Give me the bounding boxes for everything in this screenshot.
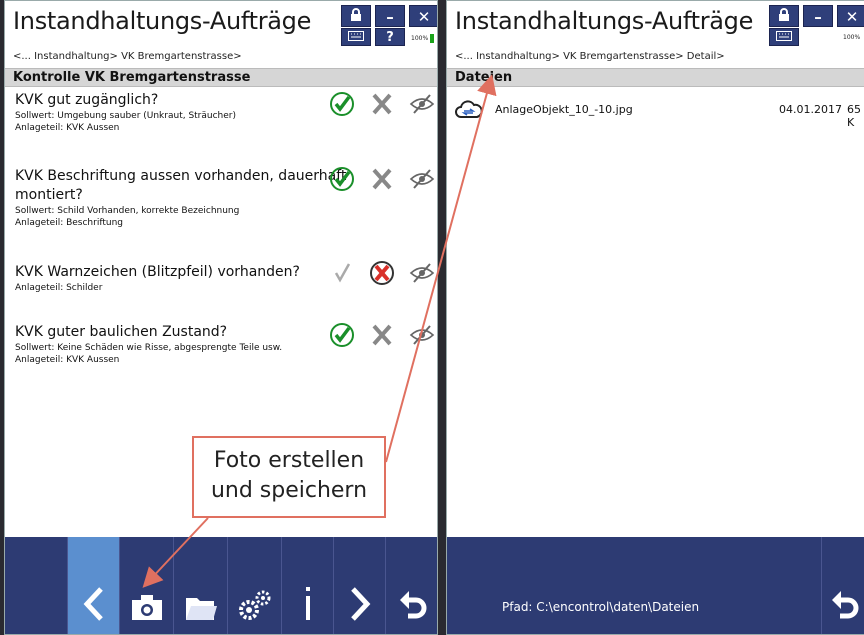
title-bar: Instandhaltungs-Aufträge – ✕ 100% — [447, 1, 864, 46]
hide-icon[interactable] — [409, 322, 435, 348]
battery-indicator: 100% — [411, 34, 435, 43]
lock-button[interactable] — [769, 5, 799, 27]
hide-icon[interactable] — [409, 91, 435, 117]
folder-button[interactable] — [173, 537, 227, 634]
file-path: Pfad: C:\encontrol\daten\Dateien — [502, 600, 700, 614]
item-question: KVK Warnzeichen (Blitzpfeil) vorhanden? — [15, 264, 300, 280]
forward-icon — [350, 587, 370, 621]
callout-line-2: und speichern — [210, 478, 368, 503]
item-sollwert: Sollwert: Keine Schäden wie Risse, abges… — [15, 343, 283, 353]
checklist-item[interactable]: KVK Beschriftung aussen vorhanden, dauer… — [15, 167, 346, 229]
item-question: KVK guter baulichen Zustand? — [15, 324, 228, 340]
section-header: Kontrolle VK Bremgartenstrasse — [5, 68, 437, 87]
battery-indicator: 100% — [843, 34, 861, 41]
help-button[interactable]: ? — [375, 28, 405, 46]
check-ok-icon[interactable] — [329, 322, 355, 348]
item-anlageteil: Anlageteil: KVK Aussen — [15, 123, 120, 133]
file-name: AnlageObjekt_10_-10.jpg — [495, 103, 633, 116]
section-header: Dateien — [447, 68, 864, 87]
lock-button[interactable] — [341, 5, 371, 27]
item-anlageteil: Anlageteil: Schilder — [15, 283, 103, 293]
keyboard-button[interactable] — [769, 28, 799, 46]
close-button[interactable]: ✕ — [409, 5, 437, 27]
lock-icon — [779, 8, 789, 21]
gears-icon — [238, 590, 270, 620]
bottom-toolbar: Pfad: C:\encontrol\daten\Dateien — [447, 537, 864, 634]
left-window: Instandhaltungs-Aufträge – ✕ ? 100% <...… — [4, 0, 438, 635]
checklist-item[interactable]: KVK gut zugänglich? Sollwert: Umgebung s… — [15, 91, 236, 134]
item-sollwert: Sollwert: Umgebung sauber (Unkraut, Strä… — [15, 111, 237, 121]
breadcrumb[interactable]: <... Instandhaltung> VK Bremgartenstrass… — [13, 51, 242, 62]
info-icon — [305, 587, 310, 620]
undo-button[interactable] — [385, 537, 437, 634]
callout-line-1: Foto erstellen — [213, 448, 365, 473]
undo-icon — [399, 591, 426, 619]
reject-icon[interactable] — [369, 166, 395, 192]
reject-selected-icon[interactable] — [369, 260, 395, 286]
hide-icon[interactable] — [409, 166, 435, 192]
undo-icon — [831, 591, 858, 619]
reject-icon[interactable] — [369, 322, 395, 348]
folder-icon — [185, 598, 217, 620]
hide-icon[interactable] — [409, 260, 435, 286]
minimize-button[interactable]: – — [375, 5, 405, 27]
checklist-item[interactable]: KVK guter baulichen Zustand? Sollwert: K… — [15, 323, 282, 366]
undo-button[interactable] — [821, 537, 864, 634]
lock-icon — [351, 8, 361, 21]
file-date: 04.01.2017 — [779, 103, 842, 116]
app-title: Instandhaltungs-Aufträge — [13, 7, 312, 35]
cloud-sync-icon — [455, 100, 483, 118]
check-ok-icon[interactable] — [329, 166, 355, 192]
back-icon — [83, 587, 103, 621]
back-button[interactable] — [67, 537, 119, 634]
keyboard-icon — [776, 31, 792, 41]
item-anlageteil: Anlageteil: KVK Aussen — [15, 355, 120, 365]
forward-button[interactable] — [333, 537, 385, 634]
item-question: KVK gut zugänglich? — [15, 92, 159, 108]
item-anlageteil: Anlageteil: Beschriftung — [15, 218, 123, 228]
annotation-callout: Foto erstellen und speichern — [192, 436, 386, 518]
minimize-button[interactable]: – — [803, 5, 833, 27]
keyboard-icon — [348, 31, 364, 41]
item-question: KVK Beschriftung aussen vorhanden, dauer… — [15, 168, 347, 184]
info-button[interactable] — [281, 537, 333, 634]
checklist-item[interactable]: KVK Warnzeichen (Blitzpfeil) vorhanden? … — [15, 263, 300, 294]
item-question-cont: montiert? — [15, 187, 83, 203]
file-size: 65 K — [847, 103, 861, 129]
bottom-toolbar — [5, 537, 437, 634]
file-row[interactable]: AnlageObjekt_10_-10.jpg 04.01.2017 65 K — [455, 99, 864, 129]
check-icon[interactable] — [329, 260, 355, 286]
title-bar: Instandhaltungs-Aufträge – ✕ ? 100% — [5, 1, 437, 46]
app-title: Instandhaltungs-Aufträge — [455, 7, 754, 35]
right-window: Instandhaltungs-Aufträge – ✕ 100% <... I… — [446, 0, 864, 635]
keyboard-button[interactable] — [341, 28, 371, 46]
close-button[interactable]: ✕ — [837, 5, 864, 27]
reject-icon[interactable] — [369, 91, 395, 117]
camera-button[interactable] — [119, 537, 173, 634]
settings-button[interactable] — [227, 537, 281, 634]
check-ok-icon[interactable] — [329, 91, 355, 117]
breadcrumb[interactable]: <... Instandhaltung> VK Bremgartenstrass… — [455, 51, 725, 62]
camera-icon — [131, 595, 162, 620]
item-sollwert: Sollwert: Schild Vorhanden, korrekte Bez… — [15, 206, 240, 216]
